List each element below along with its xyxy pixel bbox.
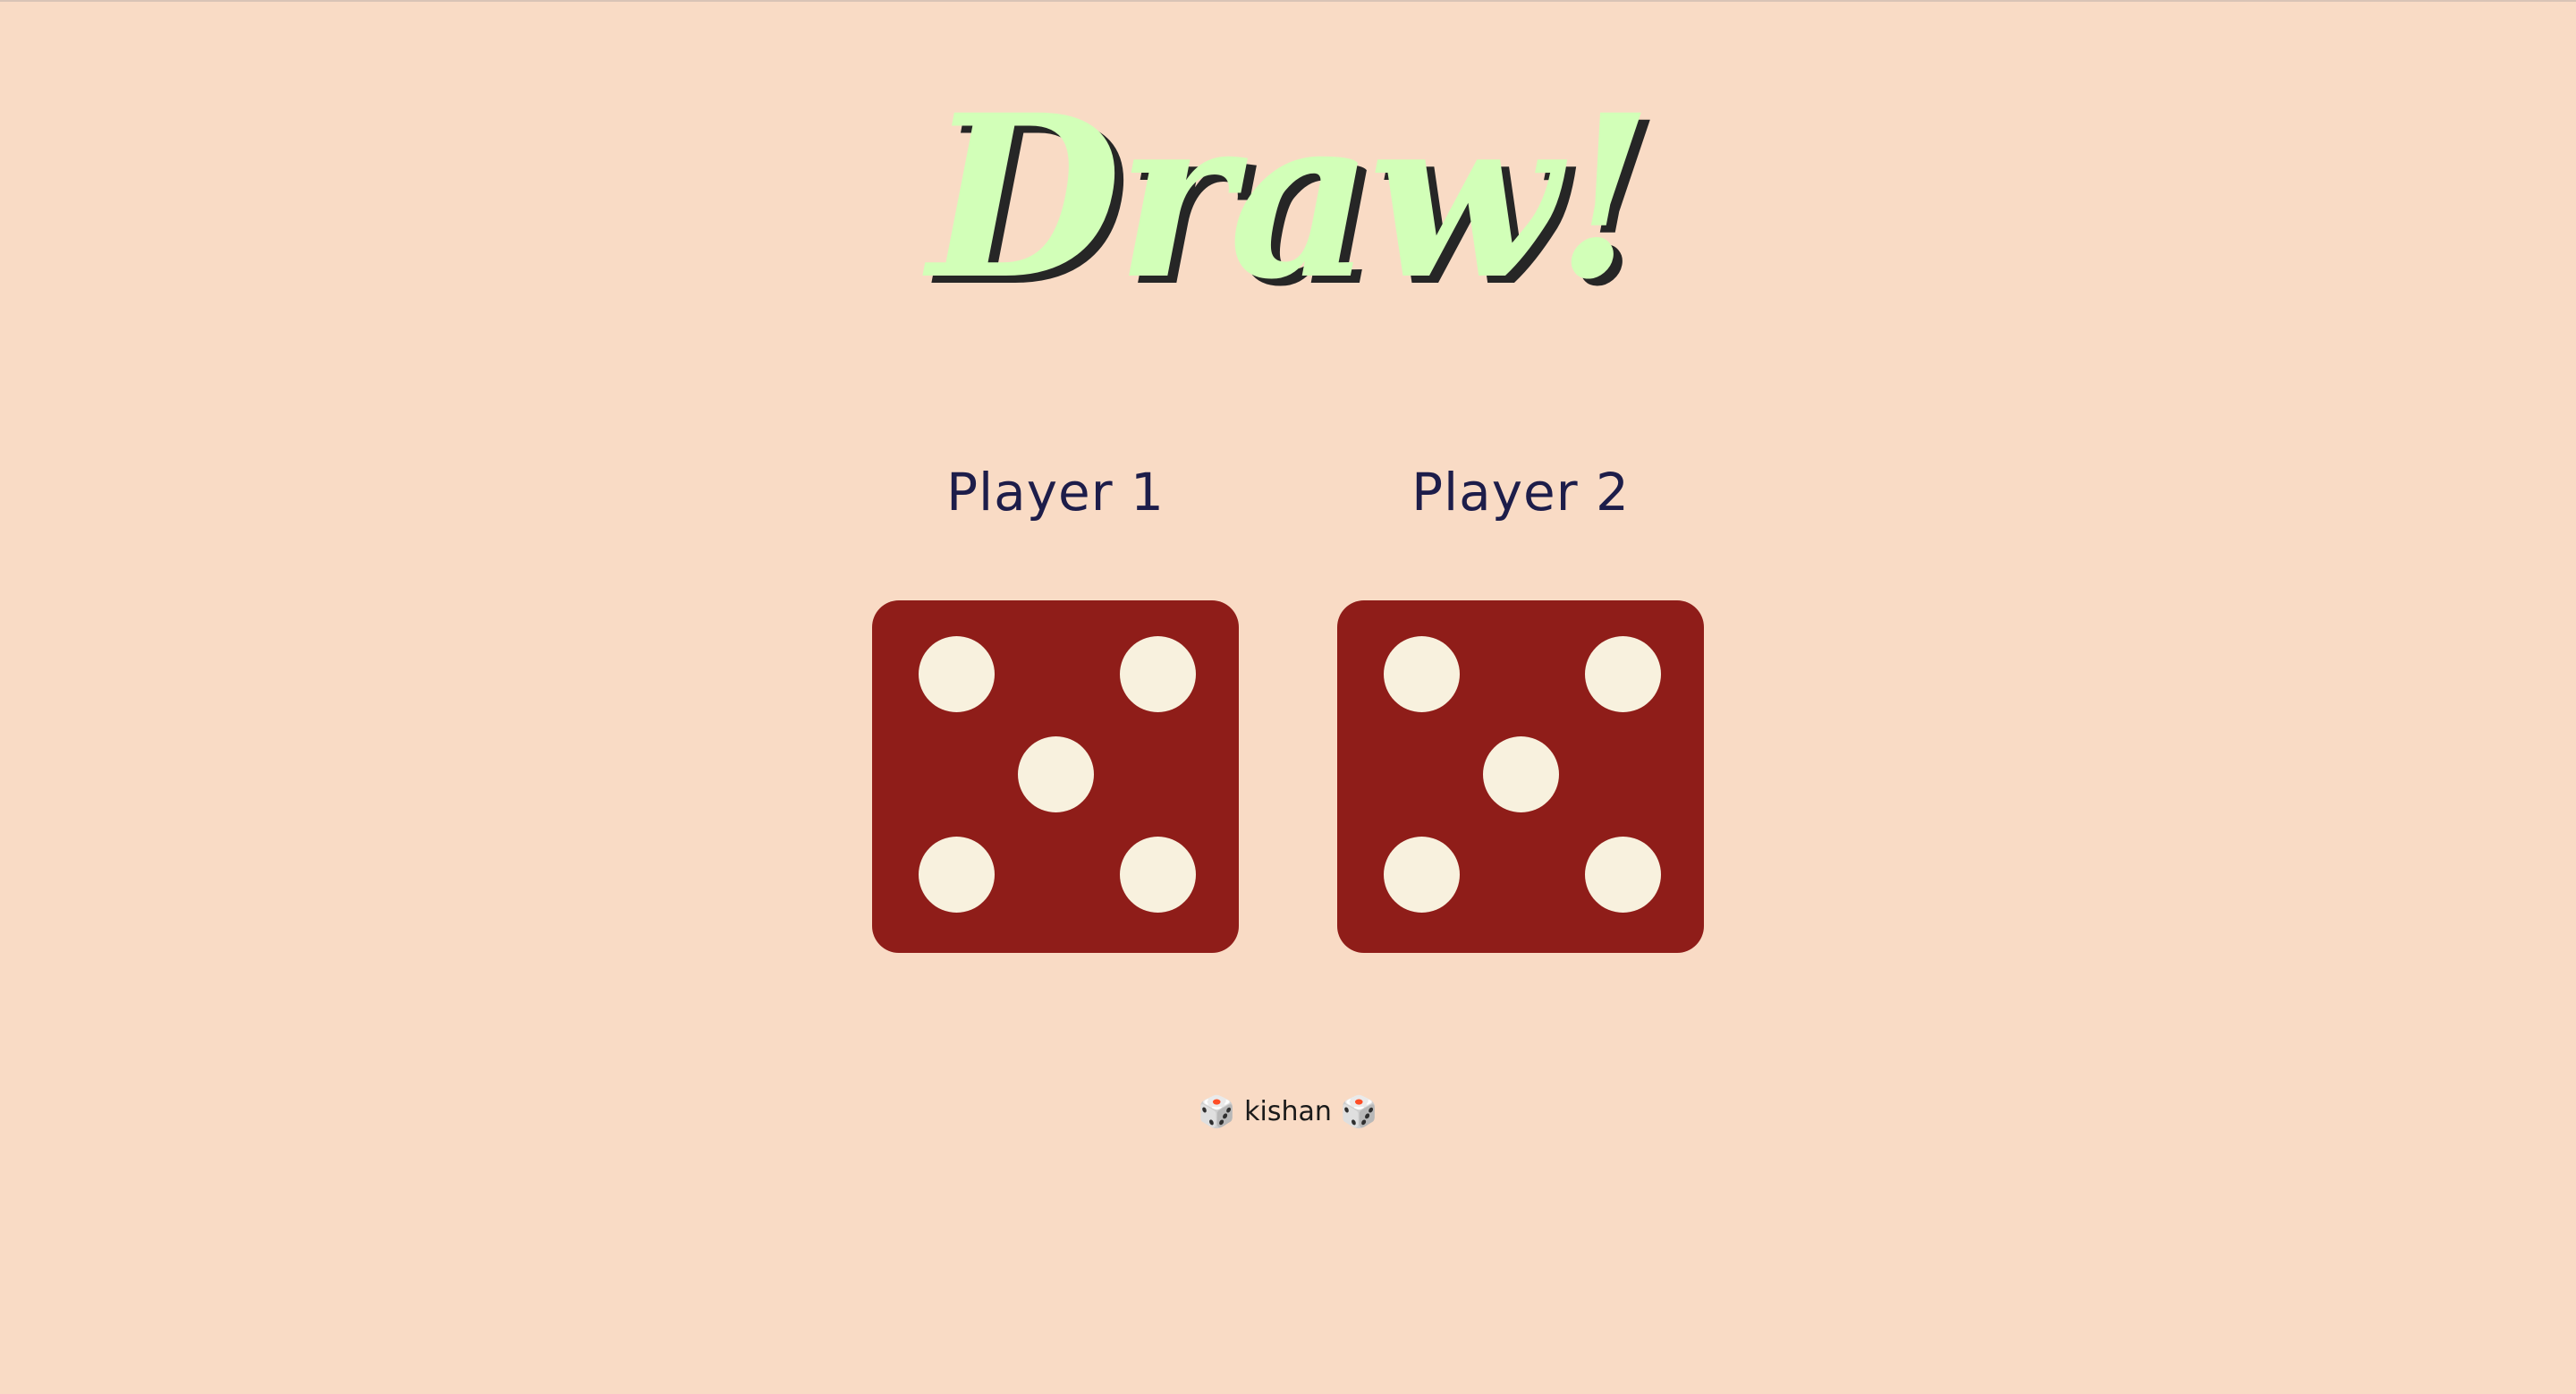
die-pip [919, 837, 995, 913]
dice-icon: 🎲 [1198, 1094, 1236, 1130]
top-border [0, 0, 2576, 2]
die-pip [1018, 736, 1094, 812]
player-2-label: Player 2 [1411, 462, 1630, 523]
dice-icon: 🎲 [1340, 1094, 1378, 1130]
die-pip [1483, 736, 1559, 812]
die-pip [1585, 636, 1661, 712]
result-title: Draw! [928, 65, 1653, 328]
player-1-die [872, 600, 1239, 953]
player-2-die [1337, 600, 1704, 953]
die-pip [1384, 636, 1460, 712]
die-pip [919, 636, 995, 712]
die-pip [1384, 837, 1460, 913]
footer: 🎲 kishan 🎲 [0, 1090, 2576, 1135]
die-pip [1120, 636, 1196, 712]
footer-author: kishan [1244, 1096, 1332, 1127]
die-pip [1120, 837, 1196, 913]
die-pip [1585, 837, 1661, 913]
player-1-label: Player 1 [946, 462, 1165, 523]
